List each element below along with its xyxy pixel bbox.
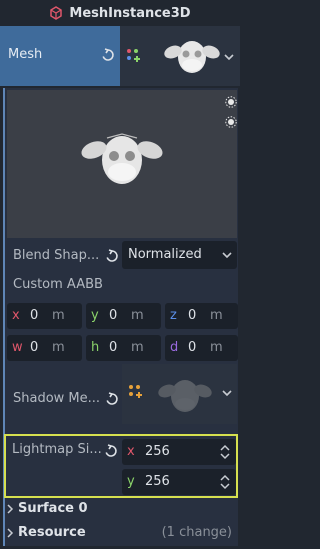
chevron-down-icon[interactable] <box>224 52 234 62</box>
mesh-label: Mesh <box>8 47 43 62</box>
custom-aabb-label: Custom AABB <box>13 277 103 292</box>
axis-unit: m <box>131 340 144 355</box>
mesh-thumbnail <box>164 41 220 73</box>
axis-label: x <box>12 308 20 323</box>
revert-icon[interactable] <box>105 249 119 263</box>
lightmap-size-label: Lightmap Si... <box>12 442 102 457</box>
axis-value: 0 <box>30 308 39 323</box>
revert-icon[interactable] <box>105 392 119 406</box>
aabb-x-field[interactable]: x 0 m <box>7 303 82 329</box>
blend-shape-mode-select[interactable]: Normalized <box>122 241 237 269</box>
mesh-property-row: Mesh <box>0 26 240 86</box>
axis-unit: m <box>210 340 223 355</box>
chevron-down-icon <box>222 252 232 259</box>
chevron-right-icon <box>7 503 14 514</box>
blend-shape-label: Blend Shap... <box>13 248 100 263</box>
aabb-h-field[interactable]: h 0 m <box>86 335 161 361</box>
section-resource[interactable]: Resource <box>6 525 86 540</box>
revert-icon[interactable] <box>101 48 115 62</box>
section-title: Surface 0 <box>18 501 88 516</box>
lightmap-size-x-field[interactable]: x 256 <box>122 439 236 465</box>
revert-icon[interactable] <box>104 444 118 458</box>
chevron-down-icon[interactable] <box>222 388 232 398</box>
shadow-mesh-label: Shadow Me... <box>13 391 101 406</box>
mesh-instance-icon <box>50 6 63 20</box>
aabb-w-field[interactable]: w 0 m <box>7 335 82 361</box>
axis-label: w <box>12 340 23 355</box>
shadow-mesh-thumbnail <box>158 380 212 412</box>
axis-value: 0 <box>188 340 197 355</box>
axis-unit: m <box>210 308 223 323</box>
mesh-label-cell: Mesh <box>0 26 120 86</box>
axis-label: d <box>170 340 179 355</box>
aabb-d-field[interactable]: d 0 m <box>165 335 238 361</box>
axis-value: 0 <box>109 308 118 323</box>
blend-shape-mode-value: Normalized <box>128 247 202 262</box>
axis-label: z <box>170 308 177 323</box>
spinner-arrows-icon[interactable] <box>220 444 230 460</box>
lightmap-size-y-field[interactable]: y 256 <box>122 469 236 495</box>
axis-value: 256 <box>145 474 170 489</box>
mesh-preview[interactable] <box>7 90 237 238</box>
aabb-z-field[interactable]: z 0 m <box>165 303 238 329</box>
mesh-resource-picker[interactable] <box>120 26 240 86</box>
chevron-right-icon <box>7 527 14 538</box>
shadow-mesh-picker[interactable] <box>122 364 237 424</box>
aabb-y-field[interactable]: y 0 m <box>86 303 161 329</box>
axis-unit: m <box>52 308 65 323</box>
axis-unit: m <box>52 340 65 355</box>
axis-value: 0 <box>30 340 39 355</box>
axis-value: 256 <box>145 444 170 459</box>
lightmap-size-highlight: Lightmap Si... x 256 y 256 <box>4 434 238 498</box>
node-type-title: MeshInstance3D <box>69 5 191 21</box>
axis-label: y <box>91 308 99 323</box>
inspector-header: MeshInstance3D <box>0 0 240 26</box>
axis-value: 0 <box>188 308 197 323</box>
section-title: Resource <box>18 525 86 540</box>
light-toggle-icon[interactable] <box>225 96 237 108</box>
mesh-resource-icon <box>129 385 142 398</box>
axis-unit: m <box>131 308 144 323</box>
section-surface-0[interactable]: Surface 0 <box>6 501 88 516</box>
mesh-preview-model <box>81 133 163 184</box>
axis-label: x <box>127 444 135 459</box>
mesh-resource-icon <box>127 49 140 62</box>
change-count: (1 change) <box>161 525 232 540</box>
axis-label: y <box>127 474 135 489</box>
spinner-arrows-icon[interactable] <box>220 474 230 490</box>
axis-label: h <box>91 340 100 355</box>
axis-value: 0 <box>109 340 118 355</box>
light-toggle-icon[interactable] <box>225 116 237 128</box>
